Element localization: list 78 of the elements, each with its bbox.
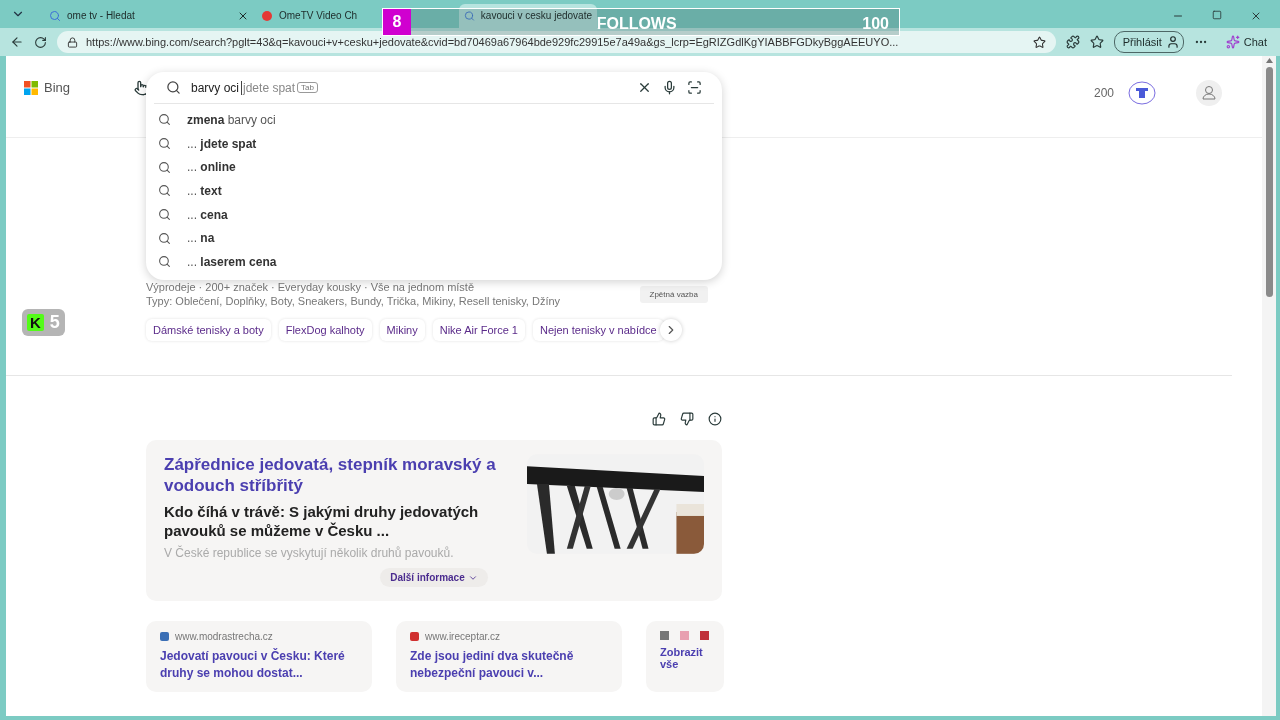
feedback-button[interactable]: Zpětná vazba [639, 285, 708, 303]
overlay-label: FOLLOWS [596, 16, 677, 34]
scrollbar-thumb[interactable] [1265, 67, 1273, 297]
search-icon [158, 160, 171, 174]
lock-icon [67, 36, 78, 48]
search-field[interactable]: barvy oci jdete spat Tab [154, 72, 714, 104]
search-icon [166, 80, 181, 95]
favorite-star-icon[interactable] [1032, 35, 1046, 49]
close-icon[interactable] [1250, 10, 1262, 22]
search-icon [464, 10, 475, 22]
source-card[interactable]: www.modrastrecha.cz Jedovatí pavouci v Česku: Které druhy se mohou dostat... [146, 621, 372, 692]
chat-button[interactable]: Chat [1217, 32, 1270, 52]
search-icon [49, 10, 61, 22]
overlay-count: 8 [383, 9, 411, 35]
answer-title: Zápřednice jedovatá, stepník moravský a vodouch stříbřitý [164, 454, 497, 496]
next-button[interactable] [659, 319, 682, 341]
record-icon [261, 10, 273, 22]
back-icon[interactable] [10, 35, 24, 49]
thumbs-up-icon[interactable] [652, 412, 666, 426]
source-link[interactable]: Jedovatí pavouci v Česku: Které druhy se mohou dostat... [160, 648, 358, 682]
overlay-goal: 100 [862, 16, 889, 34]
search-icon [158, 184, 171, 198]
info-icon[interactable] [708, 412, 722, 426]
source-domain: www.modrastrecha.cz [175, 631, 273, 642]
ad-description: Výprodeje · 200+ značek · Everyday kousky · Vše na jednom místě [146, 281, 476, 293]
tab-key-hint: Tab [297, 82, 318, 93]
reload-icon[interactable] [34, 35, 47, 49]
source-card[interactable]: www.ireceptar.cz Zde jsou jediní dva skutečně nebezpeční pavouci v... [396, 621, 622, 692]
stream-badge: K 5 [22, 309, 65, 336]
search-icon [158, 255, 171, 269]
favorites-icon[interactable] [1089, 35, 1104, 49]
suggestion-item[interactable]: ... text [146, 179, 722, 203]
suggestion-item[interactable]: zmena barvy oci [146, 108, 722, 132]
scrollbar[interactable] [1262, 56, 1276, 716]
search-icon [158, 208, 171, 222]
microphone-icon[interactable] [662, 80, 677, 95]
related-chip[interactable]: Nejen tenisky v nabídce [532, 319, 664, 341]
ad-types: Typy: Oblečení, Doplňky, Boty, Sneakers, Bundy, Trička, Mikiny, Resell tenisky, Džíny [146, 295, 561, 307]
scroll-up-icon[interactable] [1265, 58, 1273, 63]
related-chip[interactable]: FlexDog kalhoty [278, 319, 372, 341]
rewards-icon[interactable] [1128, 81, 1156, 105]
suggestion-item[interactable]: ... na [146, 226, 722, 251]
source-domain: www.ireceptar.cz [425, 631, 501, 642]
related-chip[interactable]: Dámské tenisky a boty [146, 319, 271, 341]
answer-headline: Kdo číhá v trávě: S jakými druhy jedovatých pavouků se můžeme v Česku ... [164, 502, 480, 540]
browser-tab[interactable]: kavouci v cesku jedovate [459, 4, 597, 28]
browser-tab[interactable]: ome tv - Hledat [44, 4, 254, 28]
user-icon [1165, 35, 1180, 49]
sparkle-icon [1225, 35, 1240, 49]
search-icon [158, 137, 171, 151]
search-icon [158, 113, 171, 127]
more-info-button[interactable]: Další informace [380, 568, 488, 587]
suggestion-item[interactable]: ... laserem cena [146, 250, 722, 274]
answer-snippet: V České republice se vyskytují několik druhů pavouků. [164, 546, 455, 560]
source-link[interactable]: Zde jsou jediní dva skutečně nebezpeční pavouci v... [410, 648, 608, 682]
suggestion-item[interactable]: ... cena [146, 202, 722, 227]
browser-tab[interactable]: OmeTV Video Ch [256, 4, 384, 28]
related-chip[interactable]: Nike Air Force 1 [432, 319, 525, 341]
maximize-icon[interactable] [1212, 10, 1222, 22]
rewards-points[interactable]: 200 [1093, 86, 1114, 100]
thumbs-down-icon[interactable] [680, 412, 694, 426]
favicons-icon [660, 631, 710, 640]
sign-in-button[interactable]: Přihlásit [1113, 31, 1184, 53]
extension-icon[interactable] [1065, 35, 1080, 49]
visual-search-icon[interactable] [687, 80, 702, 95]
clear-icon[interactable] [637, 80, 652, 95]
close-icon[interactable] [237, 10, 249, 22]
suggestion-item[interactable]: ... jdete spat [146, 131, 722, 156]
bing-logo-text[interactable]: Bing [44, 80, 71, 95]
show-all-link[interactable]: Zobrazit vše [646, 621, 724, 692]
autocomplete-hint: jdete spat [241, 80, 296, 95]
windows-logo-icon [24, 80, 38, 95]
address-field[interactable]: https://www.bing.com/search?pglt=43&q=kavouci+v+cesku+jedovate&cvid=bd70469a67964bde929fc29915e7a49a&gs_lcrp=EgRIZGdlKgYIABBFGDkyBggAEEUYO... [57, 31, 1056, 53]
search-text: barvy oci [191, 80, 240, 95]
suggestion-item[interactable]: ... online [146, 155, 722, 180]
related-chip[interactable]: Mikiny [379, 319, 425, 341]
profile-icon[interactable] [1196, 80, 1222, 106]
search-icon [158, 231, 171, 245]
